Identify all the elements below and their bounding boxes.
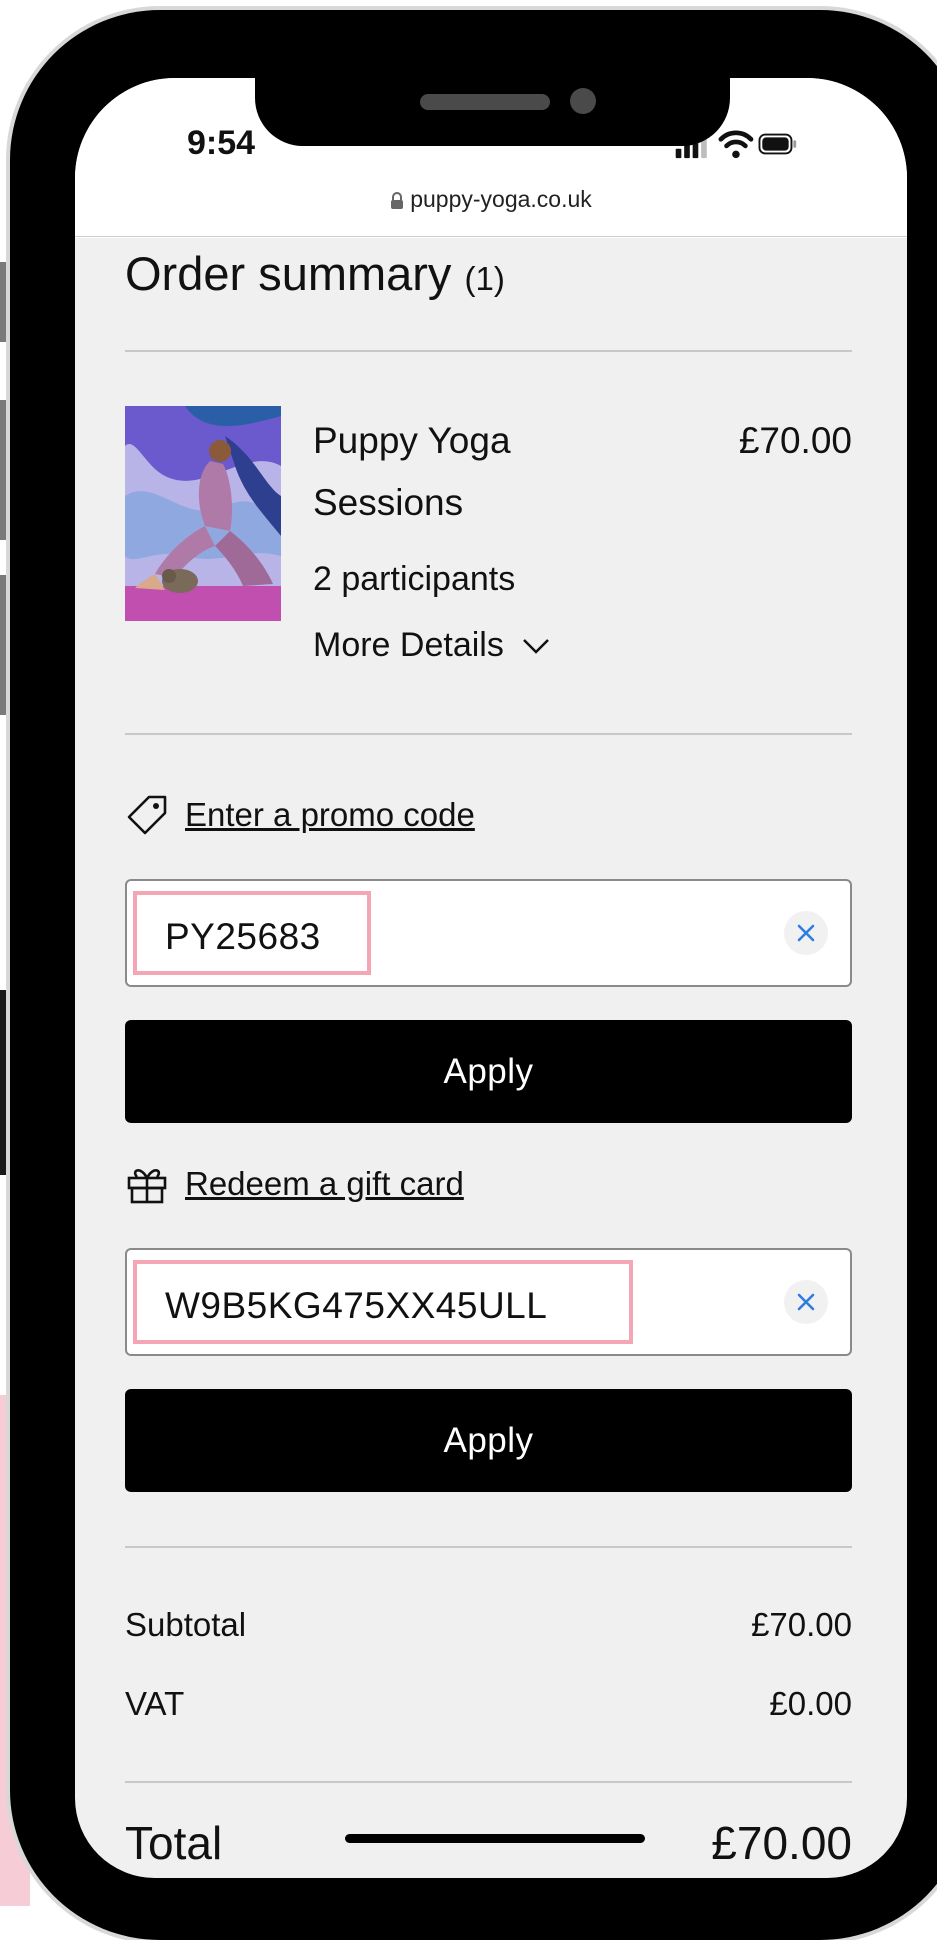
divider: [125, 1546, 852, 1548]
order-count: (1): [464, 260, 505, 297]
promo-code-input[interactable]: PY25683: [125, 879, 852, 987]
participants-count: 2 participants: [313, 560, 516, 598]
phone-frame: 9:54 puppy-yoga.co.uk Order summary (1) …: [10, 10, 937, 1940]
apply-gift-card-button[interactable]: Apply: [125, 1389, 852, 1492]
url-text: puppy-yoga.co.uk: [410, 186, 592, 212]
product-name: Puppy Yoga Sessions: [313, 420, 511, 523]
more-details-label: More Details: [313, 626, 504, 664]
volume-up-button: [0, 400, 10, 540]
clear-promo-button[interactable]: [784, 911, 828, 955]
mute-switch: [0, 262, 10, 342]
promo-code-link[interactable]: Enter a promo code: [125, 793, 475, 837]
promo-code-link-label: Enter a promo code: [185, 796, 475, 833]
subtotal-label: Subtotal: [125, 1606, 247, 1643]
status-time: 9:54: [187, 124, 256, 162]
gift-icon: [127, 1169, 167, 1204]
speaker-grille: [420, 94, 550, 110]
tag-icon: [127, 795, 167, 835]
chevron-down-icon: [522, 638, 549, 654]
product-price: £70.00: [738, 420, 852, 461]
home-indicator[interactable]: [345, 1834, 645, 1843]
divider: [125, 733, 852, 735]
battery-icon: [758, 133, 797, 155]
notch: [255, 78, 730, 146]
phone-screen: 9:54 puppy-yoga.co.uk Order summary (1) …: [75, 78, 907, 1878]
apply-promo-button[interactable]: Apply: [125, 1020, 852, 1123]
more-details-toggle[interactable]: More Details: [313, 626, 550, 665]
side-edge: [0, 990, 10, 1175]
gift-card-value: W9B5KG475XX45ULL: [133, 1260, 633, 1344]
total-label: Total: [125, 1817, 223, 1869]
address-bar[interactable]: puppy-yoga.co.uk: [75, 186, 907, 213]
gift-card-input[interactable]: W9B5KG475XX45ULL: [125, 1248, 852, 1356]
promo-code-value: PY25683: [133, 891, 371, 975]
close-icon: [797, 924, 815, 942]
gift-card-link-label: Redeem a gift card: [185, 1165, 464, 1202]
page-title: Order summary (1): [125, 238, 505, 297]
vat-value: £0.00: [769, 1685, 852, 1722]
clear-gift-card-button[interactable]: [784, 1280, 828, 1324]
divider: [125, 350, 852, 352]
order-title-text: Order summary: [125, 247, 452, 300]
product-thumbnail[interactable]: [125, 406, 281, 621]
status-bar: 9:54 puppy-yoga.co.uk: [75, 78, 907, 238]
lock-icon: [391, 191, 404, 209]
gift-card-link[interactable]: Redeem a gift card: [125, 1162, 464, 1206]
address-divider: [75, 236, 907, 237]
wifi-icon: [718, 130, 754, 159]
volume-down-button: [0, 575, 10, 715]
vat-label: VAT: [125, 1685, 185, 1722]
front-camera: [570, 88, 596, 114]
close-icon: [797, 1293, 815, 1311]
divider: [125, 1781, 852, 1783]
total-value: £70.00: [711, 1817, 852, 1869]
subtotal-value: £70.00: [751, 1606, 852, 1643]
